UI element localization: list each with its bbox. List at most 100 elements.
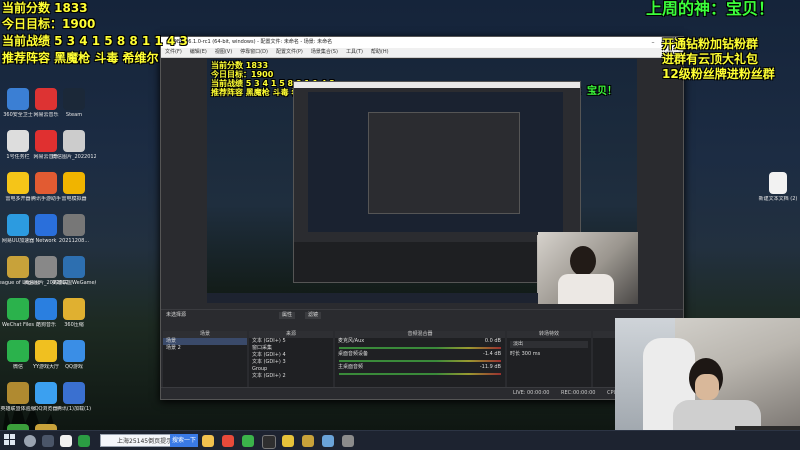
no-source-label: 未选择源 bbox=[166, 312, 187, 318]
webcam-small bbox=[538, 232, 638, 304]
obs-title: OBS 26.1.0-rc1 (64-bit, windows) - 配置文件:… bbox=[173, 39, 333, 45]
source-item[interactable]: 窗口采集 bbox=[249, 345, 333, 352]
volume-meter[interactable] bbox=[339, 347, 501, 349]
app-icon[interactable] bbox=[282, 435, 294, 447]
mixer-track-name: 麦克风/Aux bbox=[338, 338, 365, 344]
menu-item[interactable]: 配置文件(P) bbox=[276, 49, 303, 55]
desktop-icon[interactable]: 英雄联盟WeGame版 bbox=[52, 256, 96, 286]
obs-statusbar: LIVE: 00:00:00 REC: 00:00:00 CPU: bbox=[161, 387, 683, 399]
desktop-icon[interactable]: Steam bbox=[52, 88, 96, 118]
volume-meter[interactable] bbox=[339, 373, 501, 375]
desktop-icon-label: 腾讯(1)加载(1) bbox=[56, 406, 92, 412]
mixer-track-name: 主桌面音频 bbox=[338, 364, 364, 370]
promo-line-1: 开通钻粉加钻粉群 bbox=[662, 37, 759, 51]
search-text: 上海25145倒页提示 bbox=[117, 438, 173, 445]
search-button[interactable]: 搜索一下 bbox=[170, 434, 198, 447]
league-icon[interactable] bbox=[302, 435, 314, 447]
scenes-dock[interactable]: 场景 场景 场景 2 bbox=[163, 331, 247, 393]
sources-dock-title: 来源 bbox=[249, 331, 333, 338]
desktop-icon-label: 英雄联盟WeGame版 bbox=[52, 280, 96, 286]
source-item[interactable]: 文本 (GDI+) 2 bbox=[249, 373, 333, 380]
transitions-dock-title: 转场特效 bbox=[507, 331, 591, 338]
duration-value[interactable]: 300 ms bbox=[522, 351, 541, 357]
webcam-person-body bbox=[558, 274, 614, 304]
nested-titlebar bbox=[294, 82, 580, 88]
desktop-icon-label: 雷电模拟器 bbox=[61, 196, 87, 202]
source-item[interactable]: 文本 (GDI+) 5 bbox=[249, 338, 333, 345]
mixer-dock[interactable]: 音频混合器 麦克风/Aux 0.0 dB 桌面音频设备 -1.4 dB 主桌面音频 -11… bbox=[335, 331, 505, 393]
app-icon[interactable] bbox=[242, 435, 254, 447]
desktop-icon[interactable]: 腾讯(1)加载(1) bbox=[52, 382, 96, 412]
app-icon[interactable] bbox=[78, 435, 90, 447]
desktop-icon-label: 微信图片_20220121... bbox=[52, 154, 96, 160]
desktop-icon[interactable]: 20211208... bbox=[52, 214, 96, 244]
scenes-dock-title: 场景 bbox=[163, 331, 247, 338]
app-icon bbox=[63, 214, 85, 236]
mixer-dock-title: 音频混合器 bbox=[335, 331, 505, 338]
app-icon bbox=[63, 172, 85, 194]
menu-item[interactable]: 场景集合(S) bbox=[311, 49, 338, 55]
menu-item[interactable]: 停靠窗口(D) bbox=[240, 49, 268, 55]
god-text: 上周的神：宝贝！ bbox=[646, 0, 775, 18]
obs-titlebar[interactable]: OBS 26.1.0-rc1 (64-bit, windows) - 配置文件:… bbox=[161, 37, 683, 48]
app-icon bbox=[63, 298, 85, 320]
obs-menubar: 文件(F) 编辑(E) 视图(V) 停靠窗口(D) 配置文件(P) 场景集合(S) 工具(T… bbox=[161, 48, 683, 58]
app-icon[interactable] bbox=[342, 435, 354, 447]
desktop-icon-text-doc[interactable]: 新建文本文档 (2) bbox=[756, 172, 800, 202]
record-text: 当前战绩 5 3 4 1 5 8 8 1 1 4 3 bbox=[2, 34, 188, 48]
goal-text: 今日目标：1900 bbox=[2, 17, 96, 31]
menu-item[interactable]: 工具(T) bbox=[346, 49, 363, 55]
nested-obs-deeper bbox=[368, 112, 520, 214]
promo-line-3: 12级粉丝牌进粉丝群 bbox=[662, 67, 775, 81]
desktop-icon-label: Steam bbox=[65, 112, 83, 118]
menu-item[interactable]: 视图(V) bbox=[215, 49, 232, 55]
app-icon bbox=[63, 382, 85, 404]
app-icon[interactable] bbox=[222, 435, 234, 447]
explorer-icon[interactable] bbox=[60, 435, 72, 447]
source-item[interactable]: 文本 (GDI+) 4 bbox=[249, 352, 333, 359]
cortana-icon[interactable] bbox=[24, 435, 36, 447]
app-icon bbox=[63, 340, 85, 362]
desktop-icon[interactable]: QQ游戏 bbox=[52, 340, 96, 370]
transition-duration-row: 时长 300 ms bbox=[507, 351, 591, 358]
scene-item[interactable]: 场景 bbox=[163, 338, 247, 345]
filters-button[interactable]: 滤镜 bbox=[305, 312, 322, 319]
task-view-icon[interactable] bbox=[42, 435, 54, 447]
desktop-icon-label: 20211208... bbox=[58, 238, 90, 244]
properties-bar: 未选择源 属性 滤镜 bbox=[161, 309, 683, 322]
app-icon bbox=[63, 88, 85, 110]
desktop-icon[interactable]: 微信图片_20220121... bbox=[52, 130, 96, 160]
live-label: LIVE: bbox=[513, 390, 526, 396]
menu-item[interactable]: 帮助(H) bbox=[371, 49, 389, 55]
volume-meter[interactable] bbox=[339, 360, 501, 362]
preview-goal: 今日目标：1900 bbox=[211, 70, 274, 79]
windows-start-icon[interactable] bbox=[4, 434, 16, 446]
webcam-person-face bbox=[695, 374, 719, 400]
promo-line-2: 进群有云顶大礼包 bbox=[662, 52, 759, 66]
app-icon bbox=[63, 130, 85, 152]
sources-dock[interactable]: 来源 文本 (GDI+) 5 窗口采集 文本 (GDI+) 4 文本 (GDI+) 3… bbox=[249, 331, 333, 393]
source-item[interactable]: 文本 (GDI+) 3 bbox=[249, 359, 333, 366]
rec-label: REC: bbox=[561, 390, 573, 396]
scene-item[interactable]: 场景 2 bbox=[163, 345, 247, 352]
score-text: 当前分数 1833 bbox=[2, 1, 88, 15]
desktop-icon[interactable]: 360压缩 bbox=[52, 298, 96, 328]
source-item[interactable]: Group bbox=[249, 366, 333, 373]
menu-item[interactable]: 编辑(E) bbox=[190, 49, 207, 55]
document-icon bbox=[769, 172, 787, 194]
desktop-icon[interactable]: 雷电模拟器 bbox=[52, 172, 96, 202]
folder-icon[interactable] bbox=[202, 435, 214, 447]
obs-taskbar-icon[interactable] bbox=[262, 435, 276, 449]
properties-button[interactable]: 属性 bbox=[279, 312, 296, 319]
transitions-dock[interactable]: 转场特效 淡出 时长 300 ms bbox=[507, 331, 591, 393]
transition-select[interactable]: 淡出 bbox=[510, 341, 588, 348]
app-icon[interactable] bbox=[322, 435, 334, 447]
mixer-track-db: -11.9 dB bbox=[479, 364, 501, 370]
preview-score: 当前分数 1833 bbox=[211, 61, 269, 70]
app-icon bbox=[63, 256, 85, 278]
mixer-track: 主桌面音频 -11.9 dB bbox=[335, 364, 505, 375]
obs-window[interactable]: OBS 26.1.0-rc1 (64-bit, windows) - 配置文件:… bbox=[160, 36, 684, 400]
nested-preview bbox=[308, 92, 563, 232]
menu-item[interactable]: 文件(F) bbox=[165, 49, 182, 55]
minimize-icon[interactable]: – bbox=[647, 37, 659, 48]
